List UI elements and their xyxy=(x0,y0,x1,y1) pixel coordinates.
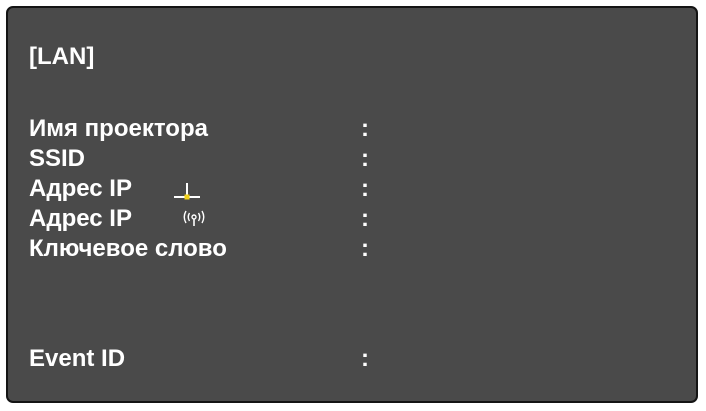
wireless-lan-icon xyxy=(183,210,205,226)
section-title: [LAN] xyxy=(29,43,95,70)
info-row-wireless-ip: Адрес IP : xyxy=(29,205,679,233)
info-row-wired-ip: Адрес IP : xyxy=(29,175,679,203)
projector-name-label: Имя проектора xyxy=(29,115,208,142)
info-row-event-id: Event ID : xyxy=(29,345,679,373)
separator: : xyxy=(361,145,369,172)
separator: : xyxy=(361,205,369,232)
separator: : xyxy=(361,235,369,262)
wireless-ip-label: Адрес IP xyxy=(29,205,132,232)
separator: : xyxy=(361,115,369,142)
info-row-ssid: SSID : xyxy=(29,145,679,173)
info-row-keyword: Ключевое слово : xyxy=(29,235,679,263)
separator: : xyxy=(361,345,369,372)
wired-ip-label: Адрес IP xyxy=(29,175,132,202)
info-row-projector-name: Имя проектора : xyxy=(29,115,679,143)
wired-lan-icon xyxy=(174,183,200,200)
event-id-label: Event ID xyxy=(29,345,126,372)
lan-info-panel: [LAN] Имя проектора : SSID : Адрес IP : … xyxy=(6,6,698,403)
ssid-label: SSID xyxy=(29,145,86,172)
separator: : xyxy=(361,175,369,202)
keyword-label: Ключевое слово xyxy=(29,235,227,262)
